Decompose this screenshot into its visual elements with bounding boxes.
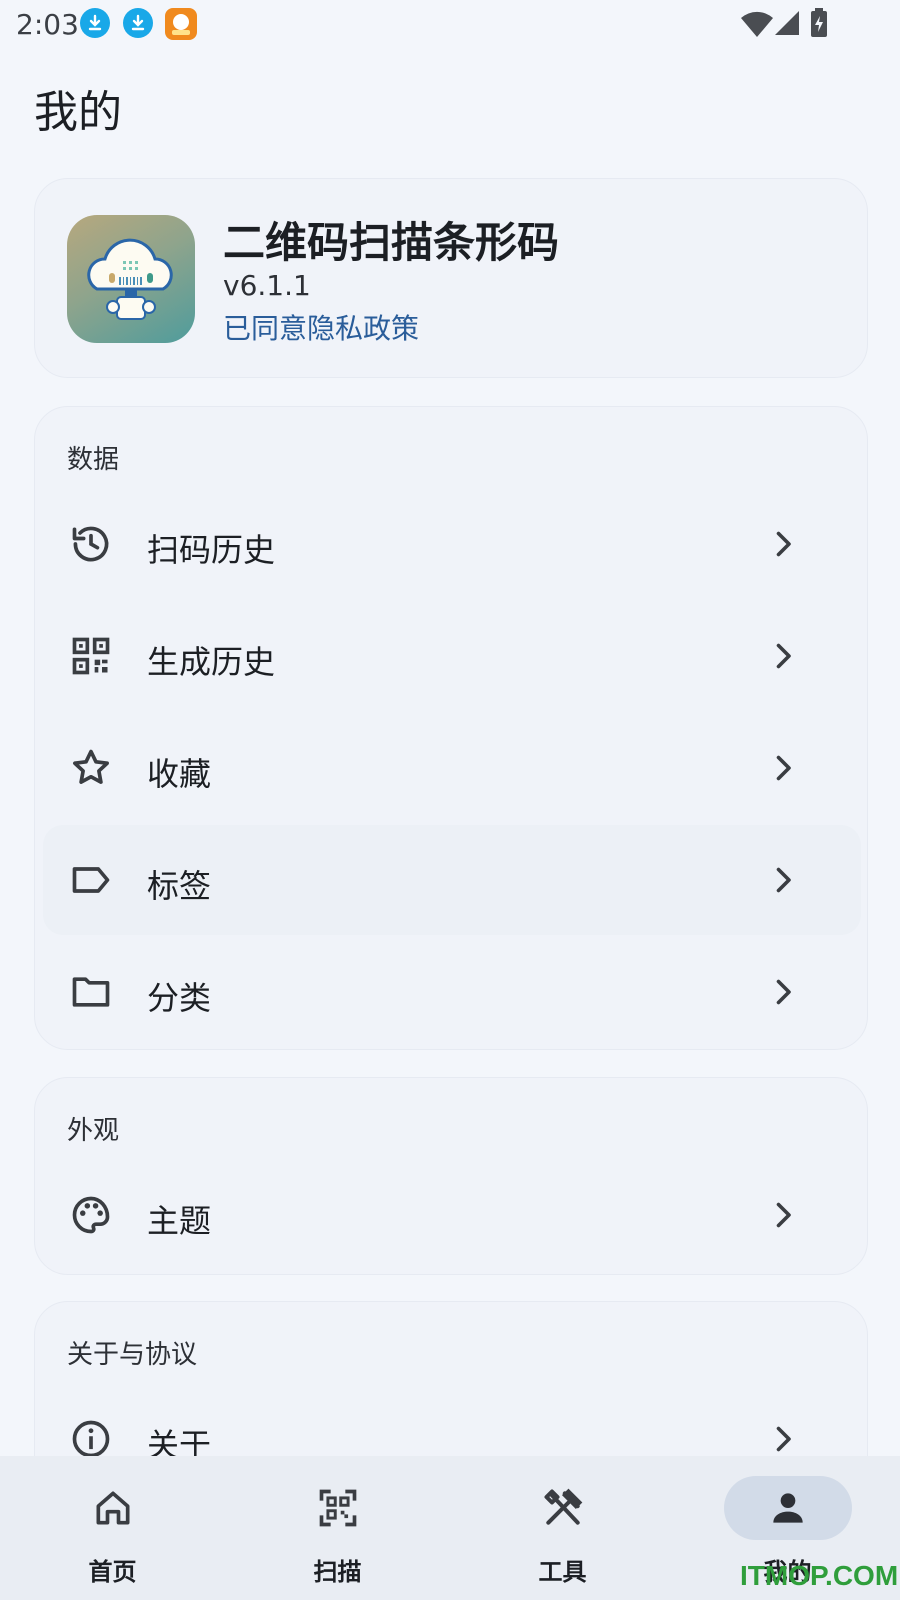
- history-icon: [72, 526, 109, 562]
- person-icon: [772, 1493, 803, 1523]
- chevron-right-icon: [776, 643, 791, 669]
- menu-item-label: 标签: [147, 867, 212, 905]
- app-info-card[interactable]: 二维码扫描条形码 v6.1.1 已同意隐私政策: [34, 178, 868, 378]
- watermark: ITMOP.COM: [740, 1560, 899, 1591]
- wifi-icon: [741, 11, 773, 38]
- menu-item-label: 分类: [147, 979, 212, 1017]
- menu-item-favorites[interactable]: 收藏: [43, 713, 861, 823]
- download-icon: [80, 8, 110, 38]
- chevron-right-icon: [776, 531, 791, 557]
- qr-code-icon: [72, 637, 110, 675]
- chevron-right-icon: [776, 867, 791, 893]
- info-icon: [72, 1420, 110, 1458]
- section-title-about: 关于与协议: [67, 1340, 198, 1370]
- privacy-policy-link[interactable]: 已同意隐私政策: [223, 307, 419, 347]
- section-title-appearance: 外观: [67, 1116, 120, 1146]
- chevron-right-icon: [776, 1202, 791, 1228]
- signal-icon: [775, 11, 799, 35]
- menu-item-label: 扫码历史: [147, 531, 276, 569]
- status-time: 2:03: [16, 8, 79, 41]
- folder-icon: [72, 977, 110, 1007]
- menu-item-label: 生成历史: [147, 643, 276, 681]
- menu-item-label: 主题: [147, 1202, 212, 1240]
- menu-item-generate-history[interactable]: 生成历史: [43, 601, 861, 711]
- menu-item-tags[interactable]: 标签: [43, 825, 861, 935]
- chevron-right-icon: [776, 1426, 791, 1452]
- menu-item-categories[interactable]: 分类: [43, 937, 861, 1047]
- app-version: v6.1.1: [223, 269, 311, 302]
- home-icon: [96, 1491, 129, 1525]
- scan-icon: [319, 1489, 356, 1527]
- appearance-section-card: 外观 主题: [34, 1077, 868, 1275]
- nav-tab-home[interactable]: 首页: [0, 1456, 225, 1600]
- nav-tab-tools[interactable]: 工具: [450, 1456, 675, 1600]
- status-bar: 2:03: [0, 0, 900, 50]
- app-name: 二维码扫描条形码: [223, 218, 560, 267]
- app-logo: [67, 215, 195, 343]
- nav-label: 工具: [538, 1558, 587, 1586]
- chevron-right-icon: [776, 755, 791, 781]
- star-icon: [73, 749, 109, 784]
- app-notification-icon: [165, 8, 197, 40]
- menu-item-theme[interactable]: 主题: [43, 1160, 861, 1270]
- section-title-data: 数据: [67, 445, 120, 475]
- label-icon: [72, 867, 110, 893]
- nav-label: 首页: [88, 1558, 137, 1586]
- menu-item-scan-history[interactable]: 扫码历史: [43, 489, 861, 599]
- data-section-card: 数据 扫码历史 生成历史 收藏 标签 分类: [34, 406, 868, 1050]
- page-title: 我的: [34, 87, 122, 138]
- nav-label: 扫描: [313, 1558, 362, 1586]
- download-icon: [123, 8, 153, 38]
- chevron-right-icon: [776, 979, 791, 1005]
- menu-item-label: 收藏: [147, 755, 212, 793]
- palette-icon: [72, 1196, 110, 1234]
- tools-icon: [543, 1488, 582, 1525]
- nav-tab-scan[interactable]: 扫描: [225, 1456, 450, 1600]
- battery-icon: [811, 8, 827, 37]
